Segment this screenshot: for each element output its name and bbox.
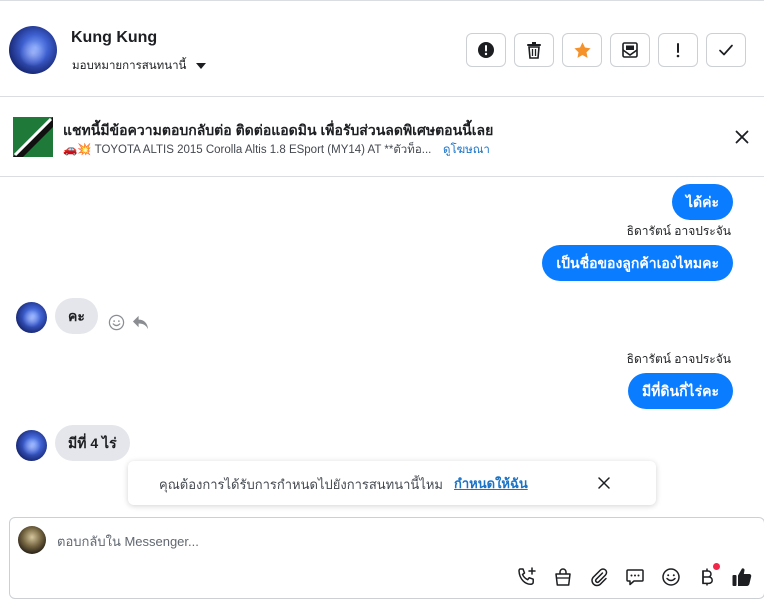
saved-reply-button[interactable] xyxy=(623,565,647,589)
toast-close-button[interactable] xyxy=(595,474,613,492)
trash-icon xyxy=(527,42,541,59)
close-icon xyxy=(598,477,610,489)
page-avatar xyxy=(18,526,46,554)
mark-unread-button[interactable] xyxy=(610,33,650,67)
mark-done-button[interactable] xyxy=(706,33,746,67)
emoji-icon xyxy=(662,568,680,586)
exclamation-icon xyxy=(676,43,680,58)
sender-name: ธิดารัตน์ อาจประจัน xyxy=(626,224,731,238)
like-button[interactable] xyxy=(730,565,754,589)
banner-close-button[interactable] xyxy=(732,127,752,147)
react-button[interactable] xyxy=(107,313,125,331)
assign-conversation-dropdown[interactable]: มอบหมายการสนทนานี้ xyxy=(72,57,207,75)
spam-button[interactable] xyxy=(466,33,506,67)
delete-button[interactable] xyxy=(514,33,554,67)
saved-reply-icon xyxy=(626,569,644,586)
call-add-button[interactable] xyxy=(515,565,539,589)
reply-input[interactable] xyxy=(57,527,557,555)
attach-button[interactable] xyxy=(587,565,611,589)
banner-ad-description: 🚗💥 TOYOTA ALTIS 2015 Corolla Altis 1.8 E… xyxy=(63,144,432,156)
assign-to-me-link[interactable]: กำหนดให้ฉัน xyxy=(454,473,528,494)
star-icon xyxy=(573,41,591,58)
contact-avatar-small[interactable] xyxy=(16,302,47,333)
alert-circle-icon xyxy=(478,42,494,58)
outgoing-message[interactable]: เป็นชื่อของลูกค้าเองไหมคะ xyxy=(542,245,733,281)
baht-payment-icon xyxy=(702,568,713,586)
view-ad-link[interactable]: ดูโฆษณา xyxy=(443,141,490,159)
incoming-message[interactable]: มีที่ 4 ไร่ xyxy=(55,425,130,461)
incoming-message[interactable]: คะ xyxy=(55,298,98,334)
shop-button[interactable] xyxy=(551,565,575,589)
reply-icon xyxy=(132,315,148,329)
check-icon xyxy=(719,44,733,56)
smiley-icon xyxy=(108,314,124,330)
contact-avatar[interactable] xyxy=(9,26,57,74)
follow-up-button[interactable] xyxy=(658,33,698,67)
outgoing-message[interactable]: ได้ค่ะ xyxy=(671,184,733,220)
call-add-icon xyxy=(518,567,536,585)
outgoing-message[interactable]: มีที่ดินกี่ไร่คะ xyxy=(627,373,733,409)
caret-down-icon xyxy=(196,63,207,69)
banner-title: แชทนี้มีข้อความตอบกลับต่อ ติดต่อแอดมิน เ… xyxy=(63,122,494,138)
star-button[interactable] xyxy=(562,33,602,67)
toast-text: คุณต้องการได้รับการกำหนดไปยังการสนทนานี้… xyxy=(159,477,443,492)
assign-prompt-toast: คุณต้องการได้รับการกำหนดไปยังการสนทนานี้… xyxy=(128,461,656,505)
contact-name[interactable]: Kung Kung xyxy=(71,29,157,47)
notification-dot xyxy=(713,563,720,570)
attachment-icon xyxy=(591,568,608,587)
mail-icon xyxy=(622,42,638,58)
contact-avatar-small[interactable] xyxy=(16,430,47,461)
reply-button[interactable] xyxy=(130,313,150,331)
shopping-bag-icon xyxy=(555,568,571,586)
assign-label: มอบหมายการสนทนานี้ xyxy=(72,60,187,72)
close-icon xyxy=(735,130,749,144)
sender-name: ธิดารัตน์ อาจประจัน xyxy=(626,352,731,366)
thumbs-up-icon xyxy=(732,568,752,586)
emoji-button[interactable] xyxy=(659,565,683,589)
ad-thumbnail[interactable] xyxy=(13,117,53,157)
